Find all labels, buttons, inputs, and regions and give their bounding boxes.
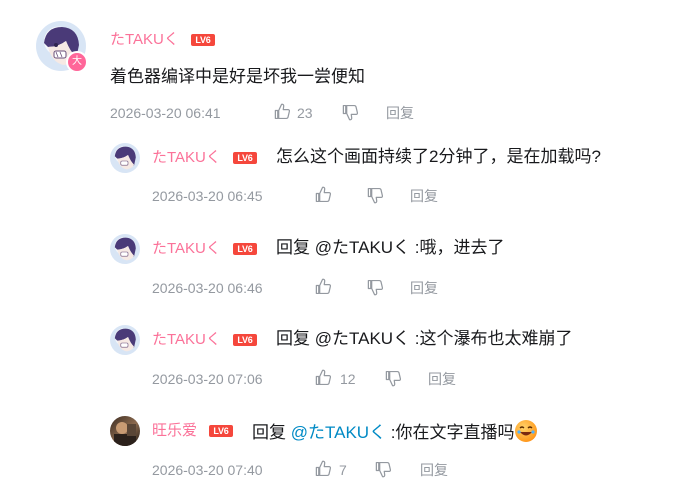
reply-username[interactable]: 旺乐爱: [152, 422, 197, 440]
like-count: 23: [297, 105, 313, 121]
avatar[interactable]: [110, 416, 140, 446]
thumbs-up-icon: [274, 103, 291, 120]
laughing-crying-emoji-icon: [514, 420, 537, 442]
reply-text: 回复 @たTAKUく :这个瀑布也太难崩了: [276, 329, 573, 349]
comment-time: 2026-03-20 06:41: [110, 105, 221, 121]
level-badge: LV6: [233, 152, 257, 164]
thumbs-down-icon: [385, 370, 402, 387]
reply-prefix: 回复 @たTAKUく :: [276, 329, 420, 348]
reply-time: 2026-03-20 06:46: [152, 280, 263, 296]
reply-prefix: 回复: [252, 423, 291, 442]
avatar[interactable]: [110, 234, 140, 264]
reply-username[interactable]: たTAKUく: [152, 240, 221, 258]
level-badge: LV6: [209, 425, 233, 437]
reply-prefix: 回复 @たTAKUく :: [276, 238, 420, 257]
reply-button[interactable]: 回复: [428, 370, 456, 388]
like-button[interactable]: [314, 368, 333, 387]
like-button[interactable]: [314, 459, 333, 478]
dislike-button[interactable]: [384, 369, 403, 388]
avatar[interactable]: [110, 325, 140, 355]
thumbs-up-icon: [315, 278, 332, 295]
thumbs-up-icon: [315, 186, 332, 203]
like-count: 7: [339, 462, 347, 478]
reply-username[interactable]: たTAKUく: [152, 331, 221, 349]
reply-button[interactable]: 回复: [386, 104, 414, 122]
reply-time: 2026-03-20 07:40: [152, 462, 263, 478]
thumbs-down-icon: [367, 187, 384, 204]
thumbs-down-icon: [375, 461, 392, 478]
anime-avatar-icon: [114, 328, 136, 352]
reply-body: 哦，进去了: [419, 238, 505, 257]
reply-button[interactable]: 回复: [420, 461, 448, 479]
like-button[interactable]: [314, 277, 333, 296]
thumbs-down-icon: [342, 104, 359, 121]
avatar[interactable]: [110, 143, 140, 173]
reply-time: 2026-03-20 07:06: [152, 371, 263, 387]
reply-text: 回复 @たTAKUく :哦，进去了: [276, 238, 505, 258]
reply-text: 回复 @たTAKUく :你在文字直播吗: [252, 420, 537, 443]
level-badge: LV6: [233, 243, 257, 255]
like-count: 12: [340, 371, 356, 387]
dislike-button[interactable]: [341, 103, 360, 122]
reply-button[interactable]: 回复: [410, 279, 438, 297]
thumbs-up-icon: [315, 369, 332, 386]
anime-avatar-icon: [114, 237, 136, 261]
reply-button[interactable]: 回复: [410, 187, 438, 205]
dislike-button[interactable]: [366, 278, 385, 297]
level-badge: LV6: [191, 34, 215, 46]
reply-username[interactable]: たTAKUく: [152, 149, 221, 167]
like-button[interactable]: [273, 102, 292, 121]
big-member-badge: 大: [66, 51, 88, 73]
reply-body: 这个瀑布也太难崩了: [419, 329, 573, 348]
dislike-button[interactable]: [366, 186, 385, 205]
level-badge: LV6: [233, 334, 257, 346]
reply-text: 怎么这个画面持续了2分钟了，是在加载吗?: [276, 147, 601, 166]
reply-body: :你在文字直播吗: [386, 423, 515, 442]
photo-avatar-icon: [114, 422, 136, 446]
comment-text: 着色器编译中是好是坏我一尝便知: [110, 67, 365, 86]
reply-time: 2026-03-20 06:45: [152, 188, 263, 204]
dislike-button[interactable]: [374, 460, 393, 479]
like-button[interactable]: [314, 185, 333, 204]
anime-avatar-icon: [114, 146, 136, 170]
thumbs-up-icon: [315, 460, 332, 477]
comment-username[interactable]: たTAKUく: [110, 31, 179, 49]
thumbs-down-icon: [367, 279, 384, 296]
mention-link[interactable]: @たTAKUく: [291, 423, 386, 442]
